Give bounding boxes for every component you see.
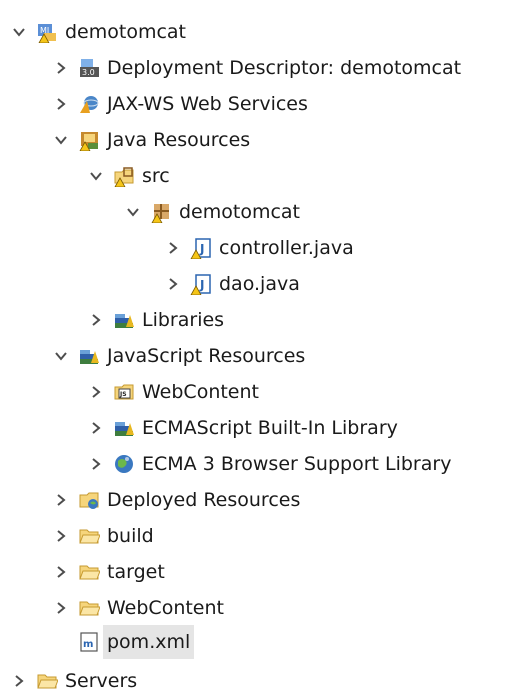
tree-item-ecma3-browser-library[interactable]: ECMA 3 Browser Support Library — [85, 447, 451, 481]
tree-item-demotomcat-package[interactable]: demotomcat — [122, 195, 300, 229]
svg-text:J: J — [199, 242, 204, 256]
chevron-right-icon[interactable] — [85, 447, 107, 481]
chevron-right-icon[interactable] — [162, 267, 184, 301]
tree-item-label: WebContent — [142, 381, 259, 403]
tree-item-target[interactable]: target — [50, 555, 165, 589]
tree-item-label: JavaScript Resources — [107, 345, 306, 367]
chevron-right-icon[interactable] — [50, 87, 72, 121]
java-file-icon: J — [190, 273, 212, 295]
tree-item-label: build — [107, 525, 154, 547]
svg-text:3.0: 3.0 — [82, 68, 95, 77]
tree-item-deployed-resources[interactable]: Deployed Resources — [50, 483, 300, 517]
tree-item-label: demotomcat — [179, 201, 301, 223]
chevron-right-icon[interactable] — [50, 555, 72, 589]
tree-item-label: src — [142, 165, 170, 187]
chevron-right-icon[interactable] — [50, 591, 72, 625]
tree-item-webcontent[interactable]: WebContent — [50, 591, 224, 625]
libraries-icon — [113, 309, 135, 331]
chevron-right-icon[interactable] — [85, 375, 107, 409]
tree-item-label: WebContent — [107, 597, 224, 619]
tree-item-label: Deployment Descriptor: demotomcat — [107, 57, 462, 79]
folder-icon — [36, 670, 58, 692]
chevron-down-icon[interactable] — [8, 15, 30, 49]
javascript-resources-icon — [78, 345, 100, 367]
tree-item-libraries[interactable]: Libraries — [85, 303, 224, 337]
tree-item-java-resources[interactable]: Java Resources — [50, 123, 250, 157]
chevron-right-icon[interactable] — [50, 483, 72, 517]
chevron-right-icon[interactable] — [50, 519, 72, 553]
tree-item-label: Libraries — [142, 309, 225, 331]
tree-item-label: Java Resources — [107, 129, 251, 151]
tree-item-controller-java[interactable]: J controller.java — [162, 231, 354, 265]
tree-item-demotomcat-project[interactable]: MJ demotomcat — [8, 15, 186, 49]
package-icon — [150, 201, 172, 223]
folder-icon — [78, 597, 100, 619]
deployed-resources-icon — [78, 489, 100, 511]
java-file-icon: J — [190, 237, 212, 259]
tree-item-ecmascript-builtin-library[interactable]: ECMAScript Built-In Library — [85, 411, 398, 445]
svg-text:J: J — [199, 278, 204, 292]
web-project-icon: MJ — [36, 21, 58, 43]
chevron-right-icon[interactable] — [50, 51, 72, 85]
tree-item-label: dao.java — [219, 273, 300, 295]
tree-item-label: Servers — [65, 670, 138, 692]
folder-icon — [78, 561, 100, 583]
tree-item-label: pom.xml — [103, 625, 195, 659]
maven-file-icon: m — [78, 631, 100, 653]
tree-item-build[interactable]: build — [50, 519, 154, 553]
js-folder-icon: JS — [113, 381, 135, 403]
tree-item-label: JAX-WS Web Services — [107, 93, 308, 115]
source-folder-icon — [113, 165, 135, 187]
project-explorer-tree: MJ demotomcat 3.0 Deployment Descriptor:… — [0, 0, 522, 692]
jaxws-web-services-icon — [78, 93, 100, 115]
chevron-down-icon[interactable] — [122, 195, 144, 229]
tree-item-label: target — [107, 561, 165, 583]
chevron-down-icon[interactable] — [50, 123, 72, 157]
libraries-icon — [113, 417, 135, 439]
tree-item-label: ECMA 3 Browser Support Library — [142, 453, 452, 475]
tree-item-servers[interactable]: Servers — [8, 664, 137, 698]
chevron-down-icon[interactable] — [85, 159, 107, 193]
tree-item-deployment-descriptor[interactable]: 3.0 Deployment Descriptor: demotomcat — [50, 51, 461, 85]
chevron-right-icon[interactable] — [8, 664, 30, 698]
chevron-right-icon[interactable] — [85, 303, 107, 337]
tree-item-javascript-resources[interactable]: JavaScript Resources — [50, 339, 305, 373]
svg-text:m: m — [83, 639, 93, 650]
browser-library-icon — [113, 453, 135, 475]
tree-item-jaxws-web-services[interactable]: JAX-WS Web Services — [50, 87, 308, 121]
chevron-right-icon[interactable] — [85, 411, 107, 445]
java-resources-icon — [78, 129, 100, 151]
tree-item-label: ECMAScript Built-In Library — [142, 417, 398, 439]
tree-item-dao-java[interactable]: J dao.java — [162, 267, 300, 301]
tree-item-src[interactable]: src — [85, 159, 170, 193]
tree-item-label: Deployed Resources — [107, 489, 301, 511]
tree-item-webcontent-js[interactable]: JS WebContent — [85, 375, 259, 409]
chevron-down-icon[interactable] — [50, 339, 72, 373]
svg-text:JS: JS — [119, 391, 127, 398]
chevron-right-icon[interactable] — [162, 231, 184, 265]
tree-item-label: controller.java — [219, 237, 354, 259]
deployment-descriptor-icon: 3.0 — [78, 57, 100, 79]
tree-item-label: demotomcat — [65, 21, 187, 43]
tree-item-pom-xml[interactable]: m pom.xml — [50, 625, 195, 659]
folder-icon — [78, 525, 100, 547]
